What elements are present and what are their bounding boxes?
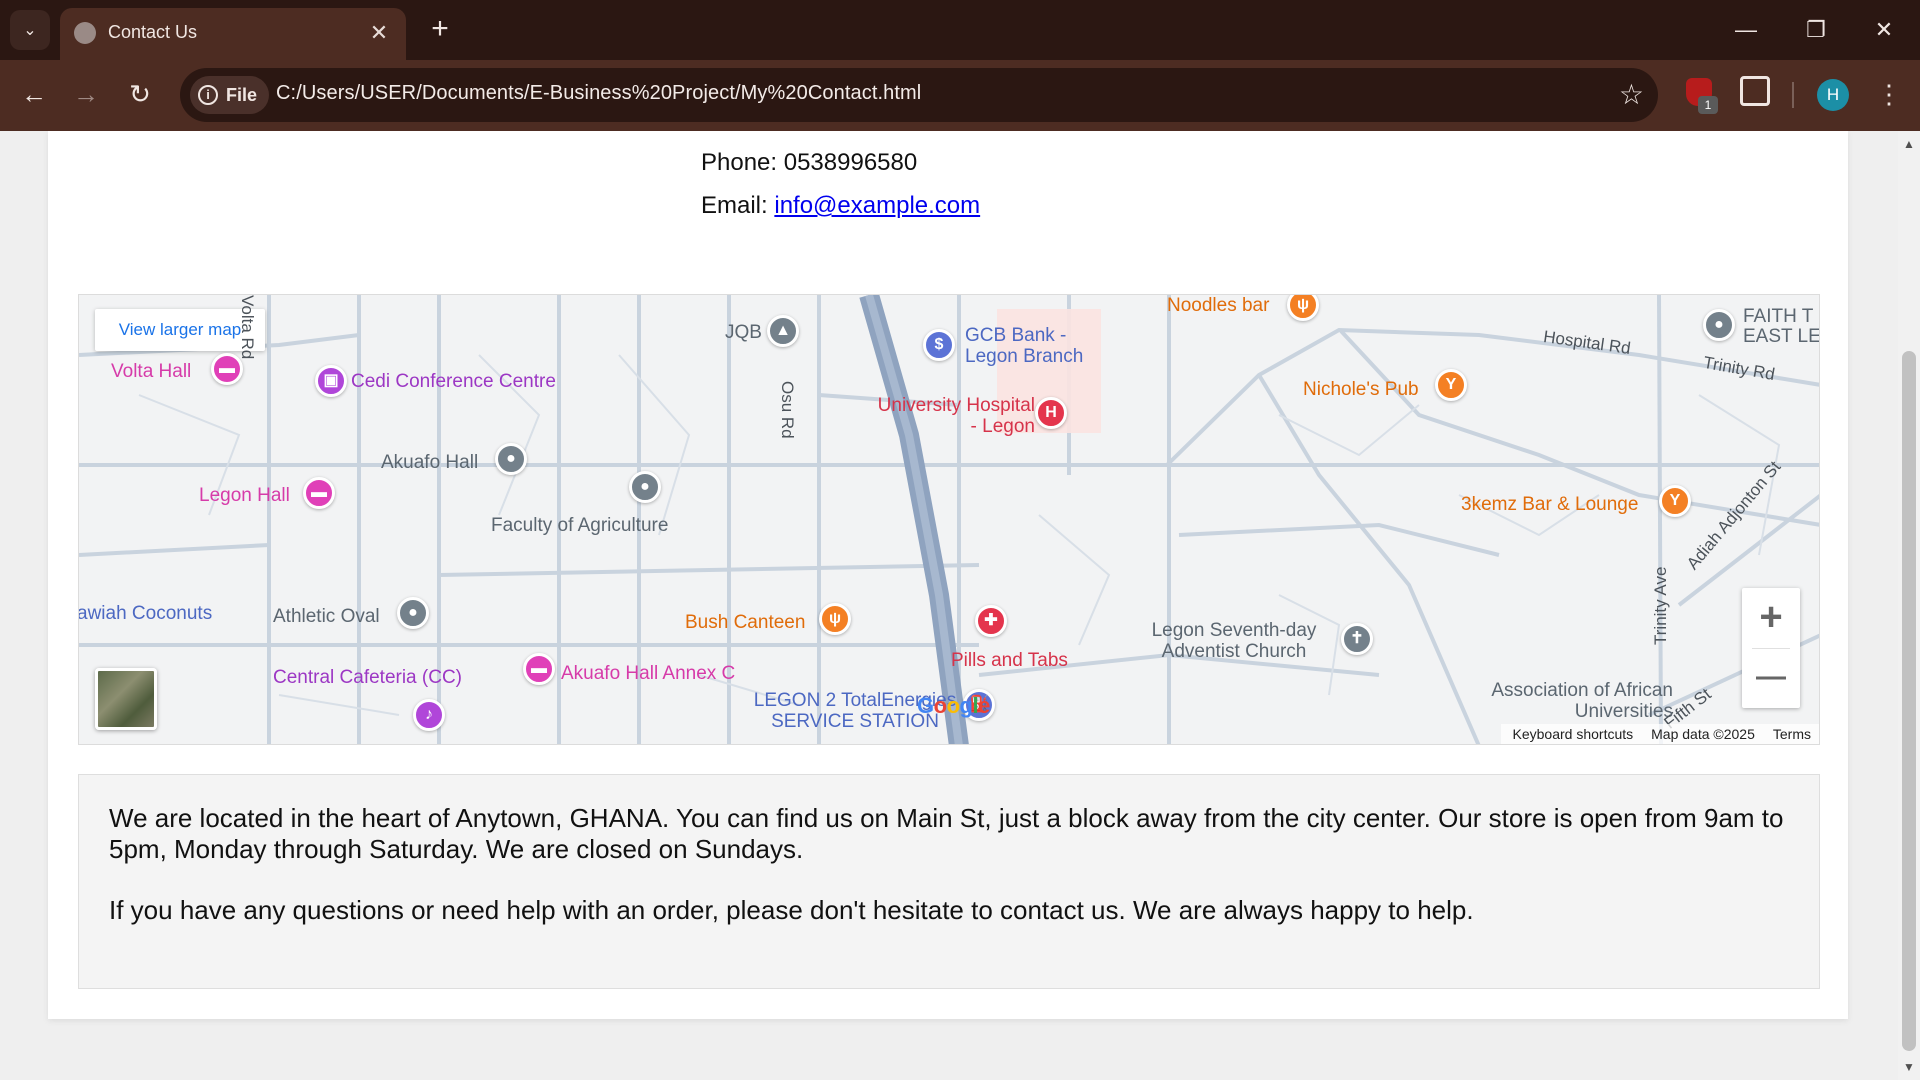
globe-icon [74, 22, 96, 44]
email-label: Email: [701, 192, 775, 219]
site-info-chip[interactable]: i File [190, 76, 270, 114]
landmark-pin-icon[interactable]: ● [397, 597, 429, 629]
chevron-down-icon: ⌄ [23, 22, 37, 39]
phone-number: 0538996580 [783, 149, 918, 176]
map-label-coconuts[interactable]: awiah Coconuts [79, 603, 212, 625]
church-pin-icon[interactable]: ✝ [1341, 623, 1373, 655]
map-label-legon-hall[interactable]: Legon Hall [199, 485, 290, 507]
browser-toolbar: ← → ↻ i File C:/Users/USER/Documents/E-B… [0, 60, 1920, 131]
phone-label: Phone: [701, 149, 784, 176]
map-label-faith[interactable]: FAITH T EAST LE [1743, 307, 1819, 349]
road-label-trinity-ave: Trinity Ave [1651, 566, 1670, 645]
bank-pin-icon[interactable]: $ [923, 329, 955, 361]
map-label-akuafo-annex-c[interactable]: Akuafo Hall Annex C [561, 663, 735, 685]
pharmacy-pin-icon[interactable]: ✚ [975, 605, 1007, 637]
toolbar-divider [1792, 82, 1794, 108]
terms-link[interactable]: Terms [1773, 726, 1811, 742]
tab-close-icon[interactable]: ✕ [366, 20, 392, 46]
road-label-volta: Volta Rd [238, 295, 257, 360]
active-tab[interactable]: Contact Us ✕ [60, 8, 406, 60]
address-bar[interactable]: i File C:/Users/USER/Documents/E-Busines… [180, 68, 1658, 122]
browser-menu-icon[interactable]: ⋮ [1876, 74, 1902, 114]
tab-title: Contact Us [108, 22, 198, 42]
map-label-3kemz-bar[interactable]: 3kemz Bar & Lounge [1461, 494, 1638, 516]
map-label-university-hospital[interactable]: University Hospital - Legon [875, 395, 1035, 437]
map-label-cedi-conference-centre[interactable]: Cedi Conference Centre [351, 371, 556, 393]
map-label-sda-church[interactable]: Legon Seventh-day Adventist Church [1129, 620, 1339, 662]
extensions-puzzle-icon[interactable] [1740, 76, 1770, 106]
bookmark-star-icon[interactable]: ☆ [1619, 78, 1644, 111]
location-paragraph: We are located in the heart of Anytown, … [109, 803, 1784, 864]
lodging-pin-icon[interactable]: ▬ [303, 477, 335, 509]
keyboard-shortcuts-link[interactable]: Keyboard shortcuts [1513, 726, 1634, 742]
google-logo: Google [917, 693, 990, 718]
map-label-bush-canteen[interactable]: Bush Canteen [685, 612, 805, 634]
bar-pin-icon[interactable]: Y [1435, 369, 1467, 401]
email-link[interactable]: info@example.com [774, 192, 980, 219]
close-window-button[interactable]: ✕ [1862, 12, 1906, 48]
page-scrollbar[interactable]: ▲ ▼ [1898, 131, 1920, 1080]
scroll-down-arrow-icon[interactable]: ▼ [1902, 1060, 1916, 1074]
info-icon: i [198, 85, 218, 105]
minimize-button[interactable]: — [1724, 12, 1768, 48]
food-pin-icon[interactable]: ψ [819, 603, 851, 635]
landmark-pin-icon[interactable]: ● [629, 471, 661, 503]
road-label-osu: Osu Rd [778, 381, 797, 439]
map-label-akuafo-hall[interactable]: Akuafo Hall [381, 452, 478, 474]
forward-button[interactable]: → [66, 74, 106, 114]
page-viewport: Phone: 0538996580 Email: info@example.co… [0, 131, 1898, 1080]
help-paragraph: If you have any questions or need help w… [109, 895, 1474, 925]
map-label-athletic-oval[interactable]: Athletic Oval [273, 606, 380, 628]
hospital-pin-icon[interactable]: H [1035, 397, 1067, 429]
map-footer: Keyboard shortcuts Map data ©2025 Terms [1500, 724, 1819, 744]
lodging-pin-icon[interactable]: ▬ [523, 653, 555, 685]
map-data-attribution: Map data ©2025 [1651, 726, 1755, 742]
extension-badge: 1 [1698, 96, 1718, 114]
zoom-out-button[interactable]: — [1742, 648, 1800, 708]
map-label-nicholes-pub[interactable]: Nichole's Pub [1303, 379, 1419, 401]
satellite-toggle-thumbnail[interactable] [95, 668, 157, 730]
map-label-faculty-of-agriculture[interactable]: Faculty of Agriculture [491, 515, 668, 537]
new-tab-button[interactable]: + [424, 14, 456, 46]
scroll-up-arrow-icon[interactable]: ▲ [1902, 137, 1916, 151]
location-info-box: We are located in the heart of Anytown, … [78, 774, 1820, 989]
back-button[interactable]: ← [14, 74, 54, 114]
landmark-pin-icon[interactable]: ● [1703, 309, 1735, 341]
scrollbar-thumb[interactable] [1902, 351, 1916, 1051]
event-pin-icon[interactable]: ▣ [315, 365, 347, 397]
reload-button[interactable]: ↻ [120, 74, 160, 114]
site-info-label: File [226, 84, 258, 105]
embedded-map[interactable]: View larger map Volta Hall ▬ ▣ Cedi Conf… [78, 294, 1820, 745]
contact-card: Phone: 0538996580 Email: info@example.co… [48, 131, 1848, 1019]
phone-line: Phone: 0538996580 [701, 149, 917, 177]
profile-avatar[interactable]: H [1817, 79, 1849, 111]
zoom-control: + — [1742, 588, 1800, 708]
restore-button[interactable]: ❐ [1794, 12, 1838, 48]
school-pin-icon[interactable]: ▲ [767, 315, 799, 347]
tab-search-button[interactable]: ⌄ [10, 10, 50, 50]
map-label-gcb-bank[interactable]: GCB Bank - Legon Branch [965, 325, 1105, 367]
zoom-in-button[interactable]: + [1742, 588, 1800, 648]
map-label-aau[interactable]: Association of African Universities [1459, 680, 1673, 722]
map-label-central-cafeteria[interactable]: Central Cafeteria (CC) [273, 667, 462, 689]
map-label-noodles-bar[interactable]: Noodles bar [1167, 295, 1269, 317]
music-pin-icon[interactable]: ♪ [413, 699, 445, 731]
map-label-pills-and-tabs[interactable]: Pills and Tabs [951, 650, 1068, 672]
tab-strip: ⌄ Contact Us ✕ + — ❐ ✕ [0, 0, 1920, 60]
landmark-pin-icon[interactable]: ● [495, 443, 527, 475]
bar-pin-icon[interactable]: Y [1659, 485, 1691, 517]
map-label-volta-hall[interactable]: Volta Hall [111, 361, 191, 383]
email-line: Email: info@example.com [701, 192, 980, 220]
url-text[interactable]: C:/Users/USER/Documents/E-Business%20Pro… [276, 82, 921, 105]
map-label-jqb[interactable]: JQB [725, 322, 762, 344]
